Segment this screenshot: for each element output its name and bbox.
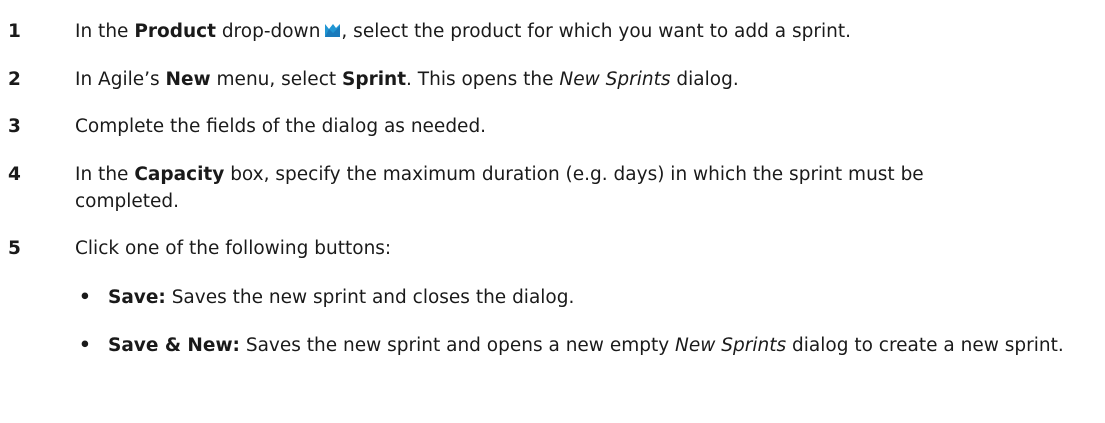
bullet-text: Save: Saves the new sprint and closes th… — [108, 284, 1098, 311]
bullet-text-part: Saves the new sprint and closes the dial… — [165, 287, 575, 308]
step-text-part: . This opens the — [406, 69, 560, 90]
step-text: In the Capacity box, specify the maximum… — [75, 161, 955, 215]
bullet-icon: • — [79, 335, 91, 356]
step-text-part: drop-down — [215, 21, 321, 42]
ui-term-save: Save: — [108, 287, 166, 308]
ui-term-product: Product — [134, 21, 216, 42]
step-text-part: In the — [75, 21, 135, 42]
step-number: 3 — [8, 116, 21, 137]
step-text: Click one of the following buttons: — [75, 238, 392, 259]
ui-term-sprint: Sprint — [342, 69, 407, 90]
step-text: In Agile’s New menu, select Sprint. This… — [75, 66, 1100, 93]
step-number: 1 — [8, 21, 21, 42]
step-text-part: menu, select — [210, 69, 342, 90]
step-number: 4 — [8, 164, 21, 185]
product-dropdown-icon — [325, 24, 341, 37]
step-text-part: In the — [75, 164, 135, 185]
ui-term-new: New — [165, 69, 211, 90]
dialog-name: New Sprints — [559, 69, 671, 90]
step-number: 2 — [8, 69, 21, 90]
step-text-part: In Agile’s — [75, 69, 166, 90]
ui-term-capacity: Capacity — [134, 164, 225, 185]
bullet-icon: • — [79, 287, 91, 308]
bullet-text: Save & New: Saves the new sprint and ope… — [108, 332, 1098, 359]
ui-term-save-new: Save & New: — [108, 335, 240, 356]
step-text-part: dialog. — [670, 69, 739, 90]
step-text-part: , select the product for which you want … — [341, 21, 851, 42]
step-text: Complete the fields of the dialog as nee… — [75, 116, 487, 137]
document-page: 1 In the Product drop-down , select the p… — [0, 0, 1105, 423]
step-text: In the Product drop-down , select the pro… — [75, 18, 1100, 45]
step-number: 5 — [8, 238, 21, 259]
dialog-name: New Sprints — [675, 335, 787, 356]
bullet-text-part: Saves the new sprint and opens a new emp… — [239, 335, 676, 356]
bullet-text-part: dialog to create a new sprint. — [786, 335, 1064, 356]
